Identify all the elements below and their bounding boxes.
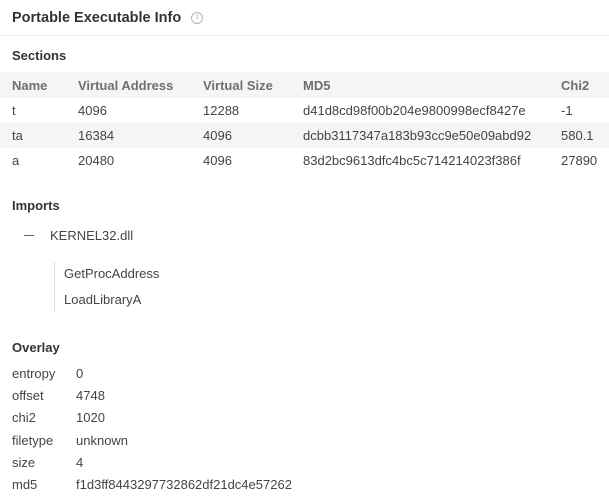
section-chi2: 580.1 <box>561 128 594 143</box>
table-row: ta 16384 4096 dcbb3117347a183b93cc9e50e0… <box>0 123 609 148</box>
import-function: GetProcAddress <box>64 266 160 281</box>
section-virtual-size: 4096 <box>203 153 232 168</box>
import-function: LoadLibraryA <box>64 292 142 307</box>
overlay-value: 4 <box>76 454 84 470</box>
imports-title: Imports <box>12 198 60 213</box>
overlay-key: md5 <box>12 477 38 493</box>
overlay-key: chi2 <box>12 410 36 426</box>
overlay-row: md5 f1d3ff8443297732862df21dc4e57262 <box>12 473 292 495</box>
sections-title: Sections <box>12 48 67 63</box>
section-virtual-address: 16384 <box>78 128 115 143</box>
column-header-virtual-size: Virtual Size <box>203 77 273 93</box>
section-name: t <box>12 103 16 118</box>
section-chi2: 27890 <box>561 153 598 168</box>
column-header-md5: MD5 <box>303 77 331 93</box>
overlay-title: Overlay <box>12 340 60 355</box>
overlay-value: 1020 <box>76 410 105 426</box>
overlay-row: size 4 <box>12 451 292 473</box>
section-md5: d41d8cd98f00b204e9800998ecf8427e <box>303 103 526 118</box>
section-md5: 83d2bc9613dfc4bc5c714214023f386f <box>303 153 521 168</box>
overlay-value: 4748 <box>76 387 105 403</box>
overlay-key: entropy <box>12 365 56 381</box>
table-row: a 20480 4096 83d2bc9613dfc4bc5c714214023… <box>0 148 609 173</box>
sections-table: Name Virtual Address Virtual Size MD5 Ch… <box>0 72 609 173</box>
overlay-value: 0 <box>76 365 84 381</box>
overlay-key: filetype <box>12 432 54 448</box>
column-header-name: Name <box>12 77 48 93</box>
section-virtual-size: 4096 <box>203 128 232 143</box>
overlay-key: size <box>12 454 36 470</box>
sections-table-header: Name Virtual Address Virtual Size MD5 Ch… <box>0 72 609 98</box>
overlay-row: chi2 1020 <box>12 407 292 429</box>
overlay-row: filetype unknown <box>12 429 292 451</box>
column-header-virtual-address: Virtual Address <box>78 77 174 93</box>
overlay-row: entropy 0 <box>12 362 292 384</box>
section-md5: dcbb3117347a183b93cc9e50e09abd92 <box>303 128 532 143</box>
column-header-chi2: Chi2 <box>561 77 590 93</box>
section-virtual-address: 20480 <box>78 153 115 168</box>
collapse-icon[interactable] <box>24 235 34 236</box>
overlay-key: offset <box>12 387 44 403</box>
overlay-row: offset 4748 <box>12 384 292 406</box>
section-virtual-size: 12288 <box>203 103 240 118</box>
info-icon[interactable]: i <box>191 11 204 24</box>
overlay-table: entropy 0 offset 4748 chi2 1020 filetype… <box>12 362 292 496</box>
section-name: a <box>12 153 20 168</box>
overlay-value: f1d3ff8443297732862df21dc4e57262 <box>76 477 292 493</box>
section-virtual-address: 4096 <box>78 103 107 118</box>
section-chi2: -1 <box>561 103 573 118</box>
import-function-list: GetProcAddress LoadLibraryA <box>54 262 159 311</box>
page-title: Portable Executable Info <box>12 9 182 26</box>
table-row: t 4096 12288 d41d8cd98f00b204e9800998ecf… <box>0 98 609 123</box>
pe-info-header: Portable Executable Info i <box>0 0 609 36</box>
dll-name: KERNEL32.dll <box>50 228 134 243</box>
import-dll-item[interactable]: KERNEL32.dll <box>24 228 133 243</box>
overlay-value: unknown <box>76 432 129 448</box>
section-name: ta <box>12 128 23 143</box>
